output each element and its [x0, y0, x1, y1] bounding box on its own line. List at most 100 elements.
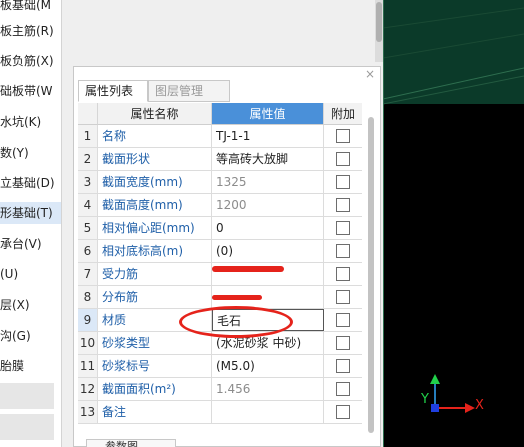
tree-group-block — [0, 414, 54, 440]
property-row[interactable]: 11 砂浆标号 (M5.0) — [78, 355, 362, 378]
axis-y-arrow — [430, 374, 440, 384]
property-row[interactable]: 1 名称 TJ-1-1 — [78, 125, 362, 148]
property-name: 相对偏心距(mm) — [98, 217, 212, 239]
tree-item-label: (U) — [0, 267, 19, 281]
tree-group-block — [0, 383, 54, 409]
tree-item-label: 形基础(T) — [0, 206, 53, 220]
property-row[interactable]: 13 备注 — [78, 401, 362, 424]
row-number: 7 — [78, 263, 98, 285]
property-row[interactable]: 5 相对偏心距(mm) 0 — [78, 217, 362, 240]
row-number: 6 — [78, 240, 98, 262]
extra-checkbox[interactable] — [336, 129, 350, 143]
extra-checkbox[interactable] — [336, 198, 350, 212]
viewport-canvas — [383, 0, 524, 447]
extra-cell — [324, 378, 362, 400]
property-value[interactable]: TJ-1-1 — [212, 125, 324, 147]
property-value[interactable] — [212, 401, 324, 423]
tree-item-label: 水坑(K) — [0, 115, 42, 129]
extra-checkbox[interactable] — [336, 152, 350, 166]
red-scribble-mark — [212, 266, 284, 272]
extra-checkbox[interactable] — [336, 382, 350, 396]
extra-cell — [324, 171, 362, 193]
row-number: 12 — [78, 378, 98, 400]
extra-cell — [324, 148, 362, 170]
tab-label: 图层管理 — [155, 84, 204, 98]
extra-checkbox[interactable] — [336, 359, 350, 373]
property-row[interactable]: 3 截面宽度(mm) 1325 — [78, 171, 362, 194]
tree-item-label: 数(Y) — [0, 146, 29, 160]
tree-item-u[interactable]: (U) — [0, 263, 18, 285]
property-name: 名称 — [98, 125, 212, 147]
viewport-grid-line — [383, 67, 524, 100]
extra-checkbox[interactable] — [336, 221, 350, 235]
viewport-grid-line — [383, 7, 524, 29]
property-value[interactable]: 1325 — [212, 171, 324, 193]
header-num-cell — [78, 103, 98, 125]
tree-item-slab-negative-rebar[interactable]: 板负筋(X) — [0, 50, 54, 72]
tree-item-label: 板主筋(R) — [0, 24, 54, 38]
row-number: 5 — [78, 217, 98, 239]
tree-item-label: 胎膜 — [0, 359, 25, 373]
property-row[interactable]: 6 相对底标高(m) (0) — [78, 240, 362, 263]
property-value[interactable]: 1200 — [212, 194, 324, 216]
parameter-diagram-button[interactable]: 参数图 — [86, 439, 176, 447]
property-name: 砂浆标号 — [98, 355, 212, 377]
extra-checkbox[interactable] — [336, 267, 350, 281]
tree-item-strip-footing[interactable]: 形基础(T) — [0, 202, 61, 224]
tab-layer-management[interactable]: 图层管理 — [148, 80, 230, 102]
property-name: 相对底标高(m) — [98, 240, 212, 262]
extra-cell — [324, 217, 362, 239]
tree-item-sump[interactable]: 水坑(K) — [0, 111, 41, 133]
extra-checkbox[interactable] — [336, 313, 350, 327]
header-property-name: 属性名称 — [98, 103, 212, 125]
property-value[interactable]: (0) — [212, 240, 324, 262]
upper-scrollbar[interactable] — [375, 0, 383, 62]
tree-item-raft-foundation[interactable]: 板基础(M — [0, 0, 51, 16]
viewport-grid-line — [383, 75, 524, 105]
property-row[interactable]: 2 截面形状 等高砖大放脚 — [78, 148, 362, 171]
property-panel: × 属性列表 图层管理 属性名称 属性值 附加 1 名称 TJ-1-1 2 截面形状 等高… — [73, 66, 381, 447]
property-value[interactable]: 1.456 — [212, 378, 324, 400]
tree-item-foundation-slab-strip[interactable]: 础板带(W — [0, 80, 53, 102]
property-name: 分布筋 — [98, 286, 212, 308]
tree-item-label: 板基础(M — [0, 0, 52, 12]
row-number: 10 — [78, 332, 98, 354]
extra-checkbox[interactable] — [336, 175, 350, 189]
extra-cell — [324, 194, 362, 216]
tab-property-list[interactable]: 属性列表 — [78, 80, 148, 102]
tree-item-layer[interactable]: 层(X) — [0, 294, 30, 316]
property-row[interactable]: 4 截面高度(mm) 1200 — [78, 194, 362, 217]
axis-origin — [431, 404, 439, 412]
row-number: 11 — [78, 355, 98, 377]
extra-cell — [324, 309, 362, 331]
extra-checkbox[interactable] — [336, 336, 350, 350]
property-name: 截面宽度(mm) — [98, 171, 212, 193]
close-icon[interactable]: × — [365, 67, 375, 81]
tree-item-pile-cap[interactable]: 承台(V) — [0, 233, 42, 255]
property-name: 受力筋 — [98, 263, 212, 285]
tree-item-label: 沟(G) — [0, 329, 31, 343]
tree-item-isolated-footing[interactable]: 立基础(D) — [0, 172, 55, 194]
property-scrollbar[interactable] — [366, 117, 376, 433]
property-value[interactable]: (M5.0) — [212, 355, 324, 377]
property-value[interactable]: 等高砖大放脚 — [212, 148, 324, 170]
extra-checkbox[interactable] — [336, 244, 350, 258]
row-number: 3 — [78, 171, 98, 193]
tree-item-tire-mold[interactable]: 胎膜 — [0, 355, 24, 377]
scrollbar-thumb[interactable] — [368, 117, 374, 433]
tree-item-slab-main-rebar[interactable]: 板主筋(R) — [0, 20, 54, 42]
axis-y-label: Y — [421, 392, 429, 407]
tree-item-label: 立基础(D) — [0, 176, 55, 190]
extra-cell — [324, 240, 362, 262]
property-row[interactable]: 12 截面面积(m²) 1.456 — [78, 378, 362, 401]
red-highlight-ellipse — [179, 306, 293, 338]
extra-checkbox[interactable] — [336, 405, 350, 419]
property-value[interactable]: 0 — [212, 217, 324, 239]
tree-item-label: 承台(V) — [0, 237, 42, 251]
scrollbar-thumb[interactable] — [376, 2, 382, 42]
tree-item-y[interactable]: 数(Y) — [0, 142, 29, 164]
extra-checkbox[interactable] — [336, 290, 350, 304]
tree-item-trench[interactable]: 沟(G) — [0, 325, 31, 347]
3d-viewport[interactable]: Y X — [383, 0, 524, 447]
row-number: 1 — [78, 125, 98, 147]
